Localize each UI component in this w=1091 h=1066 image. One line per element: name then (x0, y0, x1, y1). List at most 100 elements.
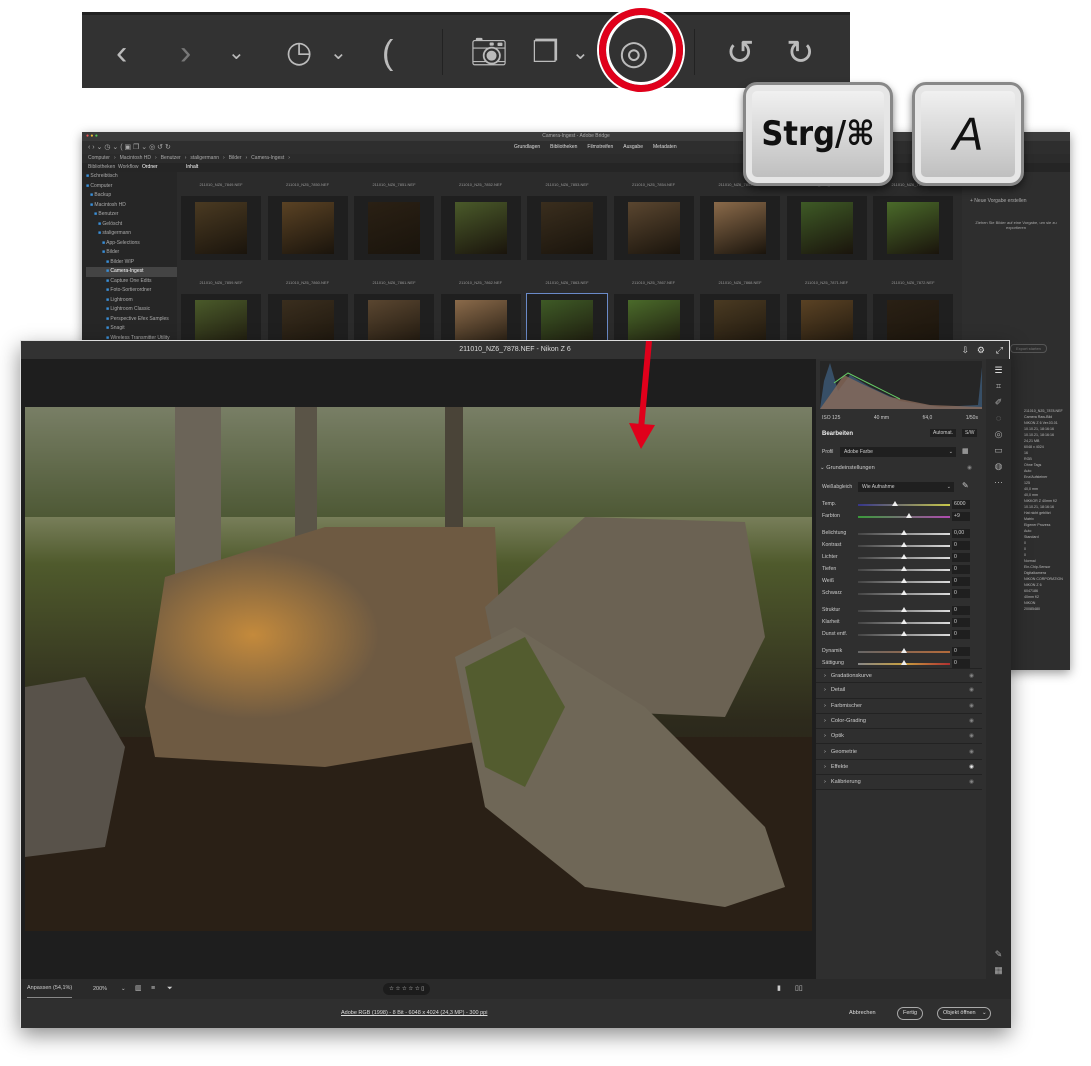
slider-value-input[interactable]: 0 (952, 606, 970, 615)
workspace-0[interactable]: Grundlagen (514, 144, 540, 150)
thumbnail[interactable] (181, 196, 261, 260)
rotate-right-icon[interactable]: ↻ (786, 35, 815, 71)
slider-value-input[interactable]: 0 (952, 553, 970, 562)
breadcrumb-item[interactable]: Camera-Ingest (251, 155, 284, 161)
more-icon[interactable]: ⋯ (993, 477, 1004, 488)
healing-icon[interactable]: ✐ (993, 397, 1004, 408)
slider-handle[interactable] (901, 530, 907, 535)
slider-value-input[interactable]: 0 (952, 630, 970, 639)
bw-button[interactable]: S/W (962, 429, 978, 437)
filmstrip-icon[interactable]: ▥ (135, 979, 142, 999)
folder-item[interactable]: ■ Capture One Edits (86, 277, 177, 287)
history-icon[interactable]: ◷ (286, 35, 312, 71)
tab-bibliotheken[interactable]: Bibliotheken (88, 163, 115, 172)
breadcrumb-item[interactable]: Bilder (229, 155, 242, 161)
breadcrumb-item[interactable]: staligermann (190, 155, 219, 161)
thumbnail[interactable] (440, 196, 521, 260)
slider-track[interactable] (858, 504, 950, 506)
single-view-icon[interactable]: ▮ (777, 979, 781, 999)
boomerang-icon[interactable]: ( (382, 35, 393, 71)
window-controls[interactable]: ● ● ● (86, 132, 98, 141)
mask-icon[interactable]: ◌ (993, 413, 1004, 424)
presets-icon[interactable]: ◍ (993, 461, 1004, 472)
slider-value-input[interactable]: 0 (952, 659, 970, 668)
zoom-tool-icon[interactable]: ✎ (993, 949, 1004, 960)
section-optik[interactable]: › Optik ◉ (816, 729, 982, 745)
slider-value-input[interactable]: 0,00 (952, 529, 970, 538)
folder-item[interactable]: ■ Foto-Sortierordner (86, 286, 177, 296)
slider-handle[interactable] (901, 590, 907, 595)
done-button[interactable]: Fertig (897, 1007, 924, 1020)
edit-sliders-icon[interactable]: ☰ (993, 365, 1004, 376)
thumbnail[interactable] (873, 196, 953, 260)
tab-ordner[interactable]: Ordner (142, 163, 158, 172)
tab-workflow[interactable]: Workflow (118, 163, 138, 172)
eye-icon[interactable]: ◉ (969, 669, 974, 684)
zoom-chevron-icon[interactable]: ⌄ (121, 979, 126, 999)
auto-button[interactable]: Automat. (930, 429, 957, 437)
section-geometrie[interactable]: › Geometrie ◉ (816, 745, 982, 760)
slider-handle[interactable] (901, 660, 907, 665)
workspace-4[interactable]: Metadaten (653, 144, 677, 150)
slider-handle[interactable] (901, 619, 907, 624)
slider-value-input[interactable]: +9 (952, 512, 970, 521)
folder-item[interactable]: ■ Bilder (86, 248, 177, 258)
folder-item[interactable]: ■ Macintosh HD (86, 201, 177, 211)
chevron-down-icon[interactable]: ⌄ (572, 35, 589, 71)
section-gradationskurve[interactable]: › Gradationskurve ◉ (816, 668, 982, 684)
eye-icon[interactable]: ◉ (969, 714, 974, 729)
snapshots-icon[interactable]: ▭ (993, 445, 1004, 456)
thumbnail[interactable] (700, 196, 780, 260)
basic-section-header[interactable]: ⌄ Grundeinstellungen ◉ (820, 465, 978, 471)
slider-handle[interactable] (891, 501, 898, 506)
crop-icon[interactable]: ⌗ (993, 381, 1004, 392)
slider-value-input[interactable]: 6000 (952, 500, 970, 509)
thumbnail[interactable] (786, 196, 867, 260)
eye-icon[interactable]: ◉ (969, 745, 974, 760)
export-start-button[interactable]: Export starten (1010, 344, 1047, 353)
breadcrumb-item[interactable]: Computer (88, 155, 110, 161)
folder-item[interactable]: ■ Bilder WIP (86, 258, 177, 268)
eye-icon[interactable]: ◉ (969, 760, 974, 775)
folder-item[interactable]: ■ staligermann (86, 229, 177, 239)
camera-raw-aperture-icon[interactable]: ◎ (619, 35, 649, 71)
thumbnail[interactable] (354, 196, 434, 260)
gear-icon[interactable]: ⚙ (977, 341, 985, 359)
slider-value-input[interactable]: 0 (952, 541, 970, 550)
slider-handle[interactable] (901, 542, 907, 547)
eye-icon[interactable]: ◉ (969, 775, 974, 790)
folder-item[interactable]: ■ Backup (86, 191, 177, 201)
folder-item[interactable]: ■ Schreibtisch (86, 172, 177, 182)
rating-stars[interactable]: ☆ ☆ ☆ ☆ ☆ ▯ (383, 983, 431, 995)
profile-select[interactable]: Adobe Farbe ⌄ (840, 447, 956, 457)
section-detail[interactable]: › Detail ◉ (816, 683, 982, 699)
bridge-toolbar-icons[interactable]: ‹ › ⌄ ◷ ⌄ ( ▣ ❐ ⌄ ◎ ↺ ↻ (88, 141, 171, 154)
thumbnail[interactable] (267, 196, 348, 260)
slider-handle[interactable] (905, 513, 912, 518)
slider-value-input[interactable]: 0 (952, 565, 970, 574)
open-object-button[interactable]: Objekt öffnen ⌄ (937, 1007, 991, 1020)
slider-handle[interactable] (901, 648, 907, 653)
forward-icon[interactable]: › (180, 35, 191, 71)
folder-item[interactable]: ■ Gelöscht (86, 220, 177, 230)
compare-view-icon[interactable]: ▯▯ (795, 979, 803, 999)
folder-item[interactable]: ■ Snagit (86, 324, 177, 334)
wb-select[interactable]: Wie Aufnahme ⌄ (858, 482, 954, 492)
slider-handle[interactable] (901, 631, 907, 636)
section-farbmischer[interactable]: › Farbmischer ◉ (816, 699, 982, 714)
breadcrumb-item[interactable]: Macintosh HD (120, 155, 151, 161)
folder-item[interactable]: ■ Benutzer (86, 210, 177, 220)
back-icon[interactable]: ‹ (116, 35, 127, 71)
trash-icon[interactable]: ▯ (421, 986, 424, 992)
profile-browser-icon[interactable]: ▦ (962, 447, 969, 455)
breadcrumb-item[interactable]: Benutzer (161, 155, 181, 161)
workflow-options-link[interactable]: Adobe RGB (1998) - 8 Bit - 6048 x 4024 (… (341, 999, 487, 1028)
zoom-level[interactable]: 200% (93, 979, 107, 999)
filter-icon[interactable]: ⏷ (167, 979, 173, 999)
section-color-grading[interactable]: › Color-Grading ◉ (816, 714, 982, 730)
slider-value-input[interactable]: 0 (952, 618, 970, 627)
eyedropper-icon[interactable]: ✎ (962, 481, 969, 490)
zoom-fit[interactable]: Anpassen (54,1%) (27, 979, 73, 998)
new-preset-link[interactable]: + Neue Vorgabe erstellen (970, 198, 1027, 204)
slider-handle[interactable] (901, 578, 907, 583)
